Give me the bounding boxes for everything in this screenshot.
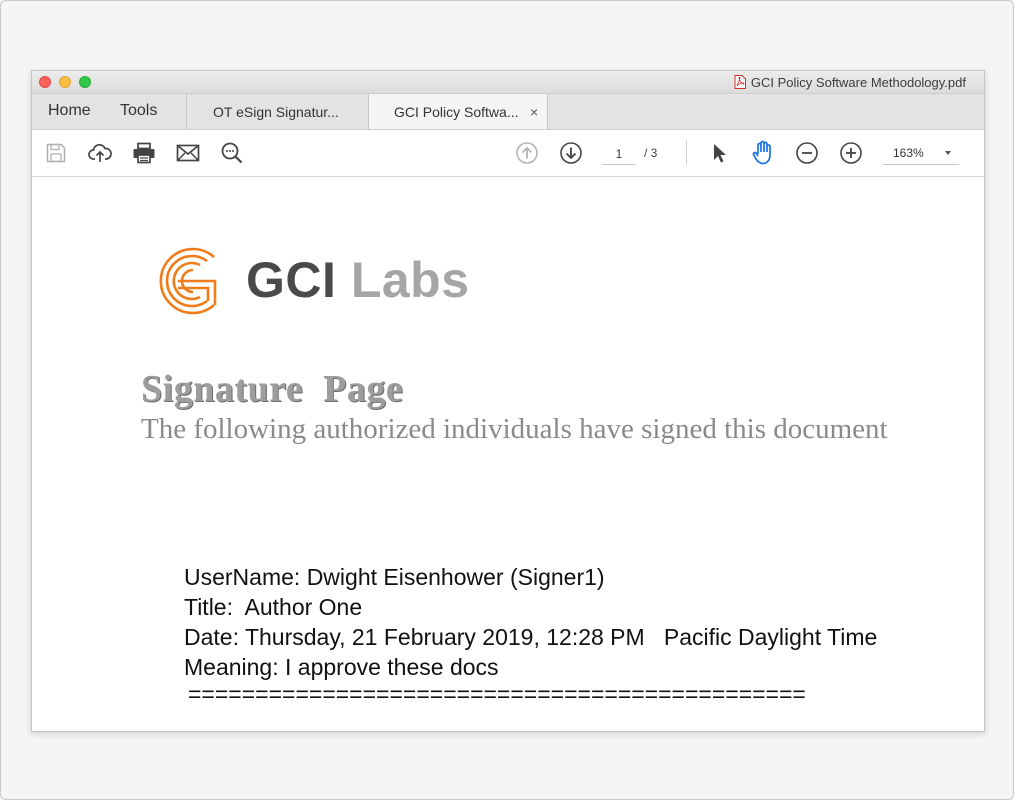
logo-gci: GCI — [246, 252, 337, 308]
tab-bar: Home Tools OT eSign Signatur... GCI Poli… — [32, 94, 984, 130]
nav-tools[interactable]: Tools — [120, 94, 157, 129]
signature-page-heading: Signature Page — [141, 368, 404, 410]
acrobat-window: GCI Policy Software Methodology.pdf Home… — [31, 70, 985, 732]
zoom-out-icon[interactable] — [794, 140, 820, 166]
window-title-text: GCI Policy Software Methodology.pdf — [750, 74, 966, 90]
logo-labs: Labs — [350, 252, 470, 308]
close-window-button[interactable] — [39, 76, 51, 88]
signer-title: Title: Author One — [184, 594, 363, 620]
email-icon[interactable] — [175, 140, 201, 166]
maximize-window-button[interactable] — [79, 76, 91, 88]
window-title: GCI Policy Software Methodology.pdf — [734, 74, 966, 90]
title-bar: GCI Policy Software Methodology.pdf — [32, 71, 984, 94]
signature-date: Date: Thursday, 21 February 2019, 12:28 … — [184, 624, 878, 650]
hand-tool-icon[interactable] — [750, 140, 776, 166]
select-cursor-icon[interactable] — [706, 140, 732, 166]
zoom-level-select[interactable]: 163% — [883, 144, 959, 165]
tab-ot-esign[interactable]: OT eSign Signatur... — [186, 94, 368, 129]
minimize-window-button[interactable] — [59, 76, 71, 88]
tab-gci-policy[interactable]: GCI Policy Softwa... × — [368, 94, 548, 129]
page-count: / 3 — [644, 146, 658, 160]
tab-close-icon[interactable]: × — [530, 94, 538, 130]
print-icon[interactable] — [131, 140, 157, 166]
upload-cloud-icon[interactable] — [87, 140, 113, 166]
signature-meaning: Meaning: I approve these docs — [184, 654, 499, 680]
document-page: GCI Labs Signature Page The following au… — [32, 177, 984, 731]
page-number-input[interactable]: 1 — [602, 144, 636, 165]
toolbar-divider — [686, 141, 687, 165]
gci-logo-icon — [159, 247, 217, 315]
save-icon[interactable] — [43, 140, 69, 166]
tab-label: GCI Policy Softwa... — [394, 104, 519, 120]
zoom-in-icon[interactable] — [838, 140, 864, 166]
signature-page-subheading: The following authorized individuals hav… — [141, 413, 888, 445]
toolbar: 1 / 3 163% — [32, 130, 984, 177]
chevron-down-icon — [945, 151, 951, 155]
next-page-icon[interactable] — [558, 140, 584, 166]
nav-home[interactable]: Home — [48, 94, 91, 129]
signer-username: UserName: Dwight Eisenhower (Signer1) — [184, 564, 605, 590]
pdf-file-icon — [734, 75, 746, 89]
zoom-value: 163% — [893, 146, 924, 160]
tab-label: OT eSign Signatur... — [213, 104, 339, 120]
prev-page-icon[interactable] — [514, 140, 540, 166]
search-icon[interactable] — [219, 140, 245, 166]
signature-separator: ========================================… — [188, 681, 806, 707]
company-logo-text: GCI Labs — [246, 251, 470, 309]
